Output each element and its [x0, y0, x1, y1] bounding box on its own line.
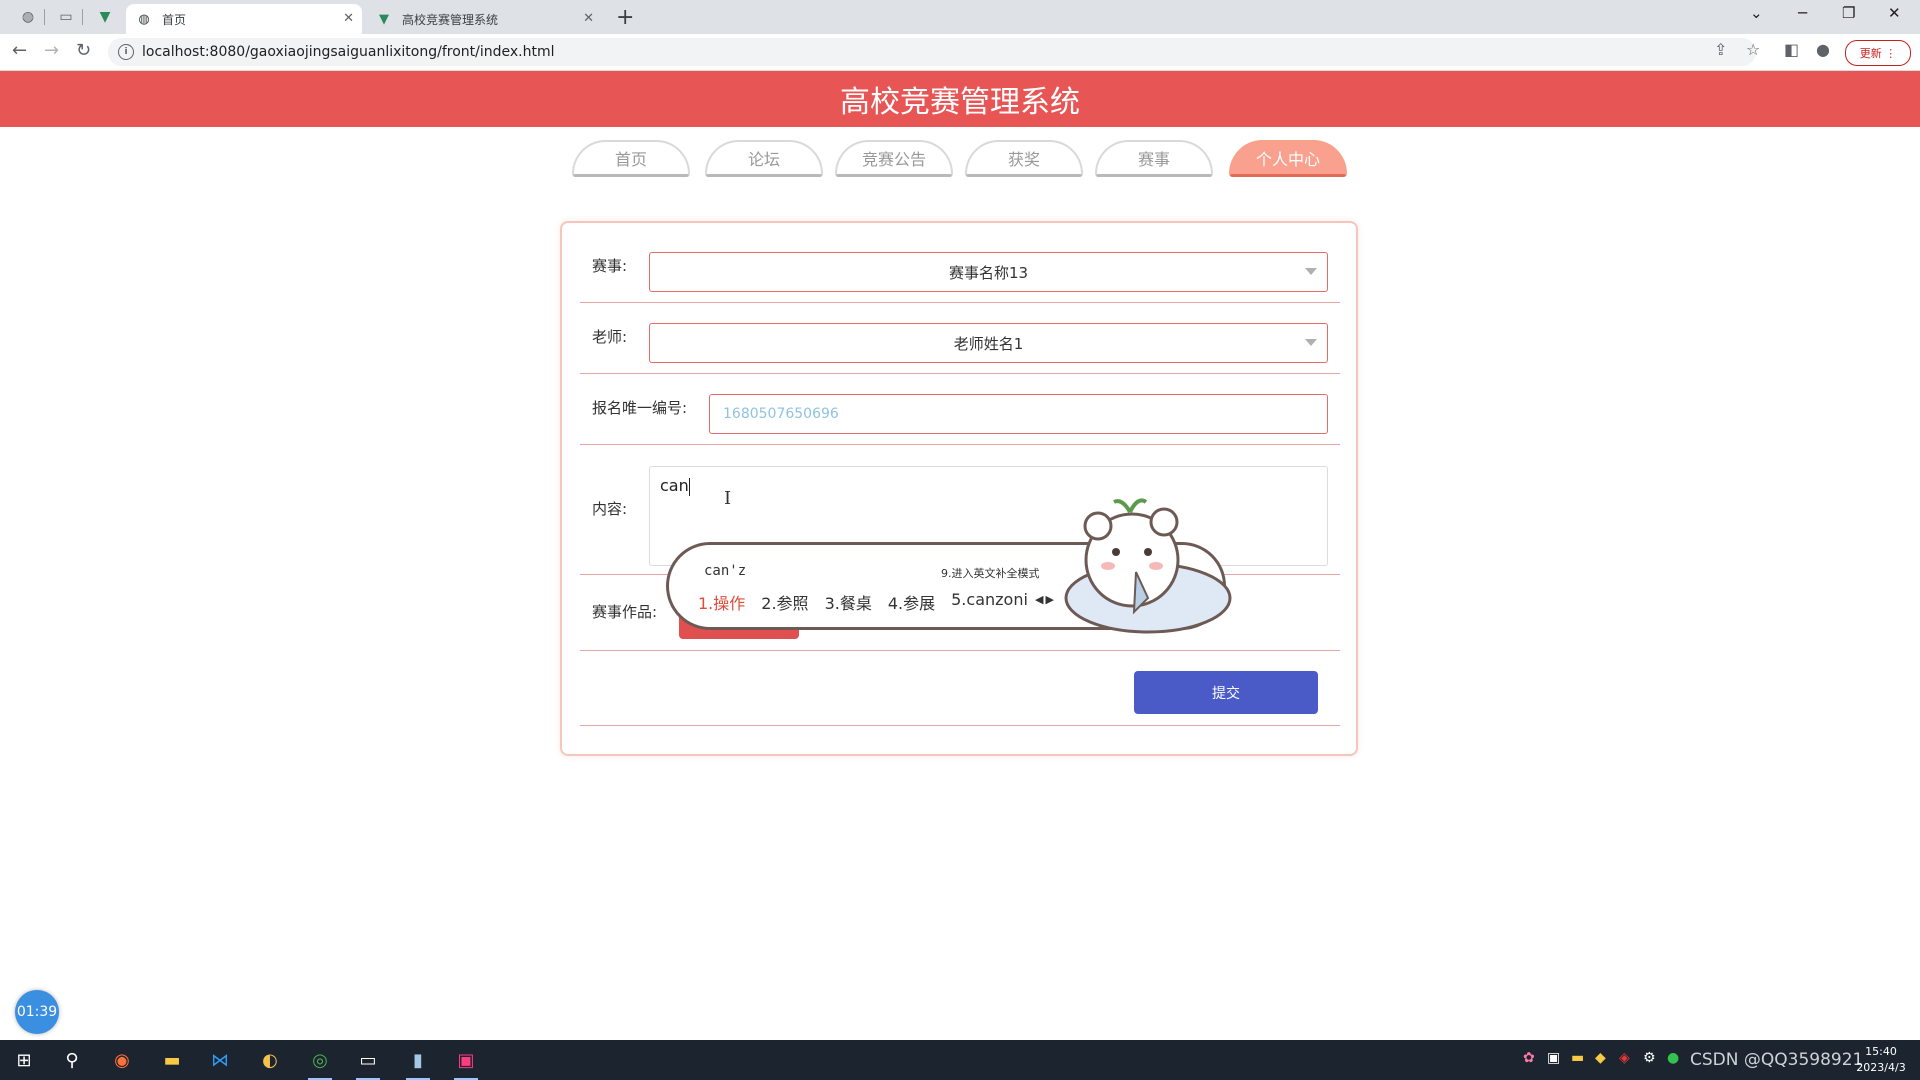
reload-icon[interactable]: ↻ [76, 40, 91, 61]
share-icon[interactable]: ⇪ [1714, 40, 1727, 59]
ime-candidate[interactable]: 2.参照 [761, 590, 808, 614]
nav-personal-center[interactable]: 个人中心 [1229, 140, 1347, 177]
tray-wechat-icon[interactable]: ● [1667, 1050, 1679, 1066]
app-icon[interactable]: ◐ [256, 1046, 284, 1074]
tray-app-icon[interactable]: ✿ [1523, 1050, 1535, 1066]
recording-timer[interactable]: 01:39 [15, 990, 59, 1034]
text-caret [688, 477, 690, 496]
content-label: 内容: [592, 500, 628, 518]
firefox-icon[interactable]: ◉ [108, 1046, 136, 1074]
close-window-icon[interactable]: ✕ [1888, 4, 1901, 22]
vscode-icon[interactable]: ⋈ [206, 1046, 234, 1074]
close-icon[interactable]: ✕ [583, 11, 594, 26]
update-button[interactable]: 更新 ⋮ [1845, 40, 1911, 66]
close-icon[interactable]: ✕ [343, 11, 354, 26]
row-divider [580, 650, 1340, 651]
system-clock[interactable]: 15:40 2023/4/3 [1850, 1044, 1912, 1076]
vue-tab-icon[interactable]: ▼ [94, 7, 116, 27]
ime-candidate[interactable]: 1.操作 [698, 590, 745, 614]
watermark-text: CSDN @QQ3598921 [1690, 1050, 1864, 1070]
chevron-down-icon [1305, 268, 1317, 275]
tray-settings-icon[interactable]: ⚙ [1643, 1050, 1656, 1066]
tray-intellij-icon[interactable]: ▣ [1547, 1050, 1560, 1066]
url-text: localhost:8080/gaoxiaojingsaiguanlixiton… [142, 44, 555, 60]
tab-search-icon[interactable]: ⌄ [1750, 4, 1763, 22]
site-title: 高校竞赛管理系统 [840, 85, 1080, 120]
chrome-icon[interactable]: ◎ [306, 1046, 334, 1080]
info-icon[interactable]: i [118, 44, 134, 60]
content-text: can [660, 476, 689, 495]
ime-candidate[interactable]: 3.餐桌 [825, 590, 872, 614]
tab-separator [82, 9, 83, 25]
teacher-select[interactable]: 老师姓名1 [649, 323, 1328, 363]
intellij-icon[interactable]: ▣ [452, 1046, 480, 1080]
tray-shield-icon[interactable]: ◆ [1595, 1050, 1606, 1066]
tab-title: 首页 [162, 12, 187, 27]
ime-candidate[interactable]: 4.参展 [888, 590, 935, 614]
tab-separator [44, 9, 45, 25]
ime-composition: can'z [704, 563, 747, 579]
teacher-select-value: 老师姓名1 [953, 334, 1024, 353]
row-divider [580, 444, 1340, 445]
vue-icon: ▼ [379, 11, 389, 27]
clock-date: 2023/4/3 [1856, 1061, 1906, 1074]
globe-icon: ◍ [138, 11, 150, 27]
row-divider [580, 302, 1340, 303]
side-panel-icon[interactable]: ◧ [1784, 40, 1799, 59]
row-divider [580, 373, 1340, 374]
tab-title: 高校竞赛管理系统 [402, 12, 499, 27]
nav-home[interactable]: 首页 [572, 140, 690, 177]
registration-id-field[interactable]: 1680507650696 [709, 394, 1328, 434]
teacher-label: 老师: [592, 328, 628, 346]
tray-folder-icon[interactable]: ▬ [1571, 1050, 1584, 1066]
tab-home[interactable]: ◍ 首页 ✕ [126, 4, 362, 34]
bear-mascot-icon [1064, 498, 1232, 634]
main-nav: 首页 论坛 竞赛公告 获奖 赛事 个人中心 [0, 140, 1920, 180]
registration-id-label: 报名唯一编号: [592, 399, 688, 417]
restore-icon[interactable]: ❐ [1842, 4, 1855, 22]
taskbar: ⊞ ⚲ ◉ ▬ ⋈ ◐ ◎ ▭ ▮ ▣ ✿ ▣ ▬ ◆ ◈ ⚙ ● CSDN @… [0, 1040, 1920, 1080]
event-select[interactable]: 赛事名称13 [649, 252, 1328, 292]
profile-icon[interactable]: ● [1816, 40, 1830, 59]
ime-hint[interactable]: 9.进入英文补全模式 [941, 565, 1040, 581]
search-icon[interactable]: ⚲ [58, 1046, 86, 1074]
submit-button[interactable]: 提交 [1134, 671, 1318, 714]
chevron-down-icon [1305, 339, 1317, 346]
bookmark-star-icon[interactable]: ☆ [1746, 40, 1760, 59]
browser-toolbar: ← → ↻ i localhost:8080/gaoxiaojingsaigua… [0, 34, 1920, 71]
submit-label: 提交 [1212, 685, 1240, 702]
address-bar[interactable]: i localhost:8080/gaoxiaojingsaiguanlixit… [108, 38, 1756, 66]
tab-system[interactable]: ▼ 高校竞赛管理系统 ✕ [366, 4, 602, 34]
update-label: 更新 [1859, 47, 1882, 60]
clock-time: 15:40 [1865, 1045, 1897, 1058]
blank-tab-icon[interactable]: ▭ [55, 7, 77, 27]
notepad-icon[interactable]: ▮ [404, 1046, 432, 1080]
globe-tab-icon[interactable]: ◍ [17, 7, 39, 27]
site-header: 高校竞赛管理系统 [0, 71, 1920, 127]
ime-candidate-list: 1.操作 2.参照 3.餐桌 4.参展 5.canzoni [698, 590, 1028, 614]
ime-candidate[interactable]: 5.canzoni [951, 590, 1028, 614]
registration-id-value: 1680507650696 [723, 406, 839, 422]
tray-git-icon[interactable]: ◈ [1619, 1050, 1630, 1066]
windows-start-icon[interactable]: ⊞ [10, 1046, 38, 1074]
nav-forum[interactable]: 论坛 [705, 140, 823, 177]
event-select-value: 赛事名称13 [948, 263, 1029, 282]
forward-icon[interactable]: → [44, 40, 59, 61]
nav-events[interactable]: 赛事 [1095, 140, 1213, 177]
text-cursor-icon: I [724, 488, 732, 509]
file-explorer-icon[interactable]: ▬ [158, 1046, 186, 1074]
browser-tab-bar: ◍ ▭ ▼ ◍ 首页 ✕ ▼ 高校竞赛管理系统 ✕ + ⌄ ─ ❐ ✕ [0, 0, 1920, 34]
minimize-icon[interactable]: ─ [1798, 4, 1807, 22]
new-tab-icon[interactable]: + [616, 5, 634, 30]
terminal-icon[interactable]: ▭ [354, 1046, 382, 1080]
back-icon[interactable]: ← [12, 40, 27, 61]
nav-awards[interactable]: 获奖 [965, 140, 1083, 177]
row-divider [580, 725, 1340, 726]
event-label: 赛事: [592, 257, 628, 275]
nav-announcements[interactable]: 竞赛公告 [835, 140, 953, 177]
works-label: 赛事作品: [592, 603, 658, 621]
